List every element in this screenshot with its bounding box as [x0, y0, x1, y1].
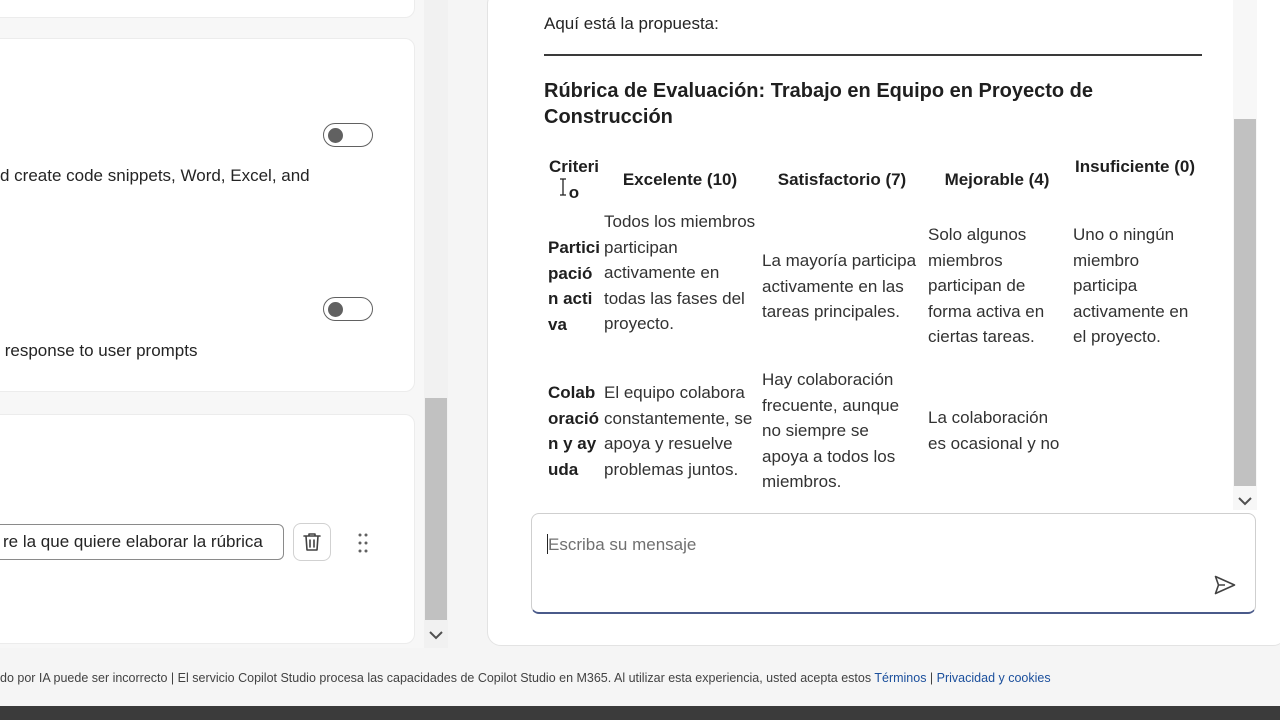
drag-handle[interactable] [352, 530, 374, 556]
terms-link[interactable]: Términos [874, 671, 926, 685]
chevron-down-icon [1238, 496, 1252, 505]
send-button[interactable] [1212, 572, 1238, 598]
message-composer [531, 513, 1256, 614]
chat-scrollbar-thumb[interactable] [1234, 119, 1256, 486]
send-icon [1214, 575, 1236, 595]
table-cell: Uno o ningún miembro participa activamen… [1073, 225, 1189, 346]
code-interpreter-description: d create code snippets, Word, Excel, and [0, 166, 310, 185]
drag-handle-icon [358, 533, 368, 553]
rubric-title: Rúbrica de Evaluación: Trabajo en Equipo… [544, 80, 1094, 128]
table-cell: Hay colaboración frecuente, aunque no si… [762, 370, 900, 491]
table-row-criterion: Participación activa [548, 238, 600, 334]
table-cell: Todos los miembros participan activament… [604, 212, 756, 333]
response-intro: Aquí está la propuesta: [544, 14, 719, 33]
disclaimer-text: do por IA puede ser incorrecto | El serv… [0, 671, 875, 685]
table-cell: La mayoría participa activamente en las … [762, 251, 917, 321]
table-row-criterion: Colaboración y ayuda [548, 383, 600, 479]
settings-pane: d create code snippets, Word, Excel, and… [0, 0, 448, 648]
toggle-knob [328, 127, 343, 143]
table-header-excelente: Excelente (10) [622, 170, 738, 189]
table-cell: La colaboración es ocasional y no [928, 408, 1060, 453]
footer-separator: | [926, 671, 937, 685]
settings-card-top [0, 0, 415, 18]
table-cell: El equipo colabora constantemente, se ap… [604, 383, 753, 479]
toggle-knob [328, 301, 343, 317]
table-header-insuficiente: Insuficiente (0) [1075, 157, 1195, 176]
privacy-link[interactable]: Privacidad y cookies [937, 671, 1051, 685]
trash-icon [303, 533, 321, 551]
divider [544, 54, 1202, 56]
response-toggle[interactable] [323, 297, 373, 321]
message-input[interactable] [546, 530, 1190, 560]
code-interpreter-toggle[interactable] [323, 123, 373, 147]
left-scrollbar-thumb[interactable] [425, 398, 447, 620]
chevron-down-icon [429, 630, 443, 639]
left-scroll-down-button[interactable] [428, 628, 444, 642]
table-header-satisfactorio: Satisfactorio (7) [777, 170, 907, 189]
table-header-criterion: Criterio [548, 157, 600, 202]
table-cell: Solo algunos miembros participan de form… [928, 225, 1045, 346]
settings-card-capabilities [0, 38, 415, 392]
response-description: response to user prompts [0, 341, 198, 360]
chat-scroll-down-button[interactable] [1237, 494, 1253, 508]
disclaimer-footer: do por IA puede ser incorrecto | El serv… [0, 671, 1051, 685]
delete-prompt-button[interactable] [293, 523, 331, 561]
text-caret [547, 534, 548, 554]
prompt-input[interactable]: re la que quiere elaborar la rúbrica [0, 524, 284, 560]
bottom-bar [0, 706, 1280, 720]
table-header-mejorable: Mejorable (4) [944, 170, 1050, 189]
text-cursor-icon [560, 178, 566, 196]
